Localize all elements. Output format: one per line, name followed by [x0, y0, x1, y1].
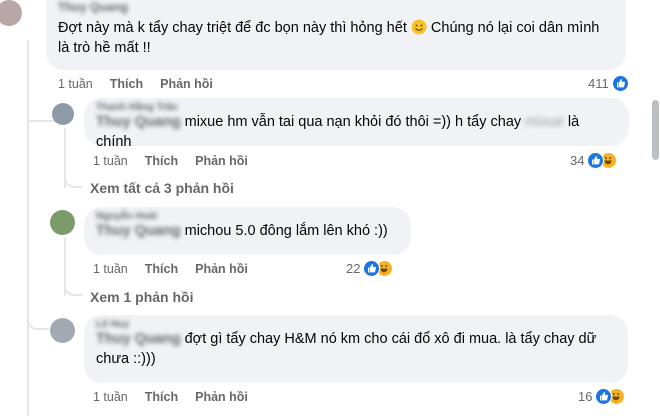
reply-button[interactable]: Phản hồi [195, 262, 248, 276]
comment-text: Thuy Quang mixue hm vẫn tai qua nạn khỏi… [96, 114, 580, 150]
thread-line [27, 40, 29, 160]
comment-meta: 1 tuần Thích Phản hồi [93, 262, 265, 276]
comment-meta: 1 tuần Thích Phản hồi [93, 154, 265, 168]
like-reaction-icon [587, 152, 605, 169]
comment-bubble: Thanh Hằng Trần Thuy Quang mixue hm vẫn … [84, 98, 629, 150]
comment-text: Đợt này mà k tẩy chay triệt để đc bọn nà… [58, 19, 600, 56]
reaction-count: 16 [578, 389, 593, 404]
like-button[interactable]: Thích [145, 154, 178, 168]
comment-text: Thuy Quang đợt gì tẩy chay H&M nó km cho… [96, 331, 597, 367]
comment-author[interactable]: Lê Huy [96, 319, 616, 330]
reaction-summary[interactable]: 34 [570, 152, 618, 169]
comment-time[interactable]: 1 tuần [93, 262, 128, 276]
comment-time[interactable]: 1 tuần [93, 154, 128, 168]
comment-meta: 1 tuần Thích Phản hồi [58, 77, 230, 91]
comment-time[interactable]: 1 tuần [58, 77, 93, 91]
reaction-count: 411 [588, 76, 609, 91]
comment-bubble: Nguyễn Hoài Thuy Quang michou 5.0 đông l… [84, 207, 411, 255]
reaction-count: 34 [570, 153, 585, 168]
reaction-summary[interactable]: 22 [346, 260, 394, 277]
smile-emoji-icon [411, 19, 427, 35]
thread-line-2 [27, 150, 29, 416]
like-reaction-icon [363, 260, 381, 277]
reply-button[interactable]: Phản hồi [160, 77, 213, 91]
mention-tag[interactable]: Thuy Quang [96, 223, 181, 239]
view-replies-link[interactable]: Xem 1 phản hồi [90, 289, 193, 305]
avatar[interactable] [52, 103, 74, 125]
thread-curve [27, 120, 57, 122]
avatar[interactable] [0, 0, 22, 26]
like-button[interactable]: Thích [145, 262, 178, 276]
comment-text: Thuy Quang michou 5.0 đông lắm lên khó :… [96, 223, 388, 239]
view-replies-link[interactable]: Xem tất cả 3 phản hồi [90, 180, 234, 196]
comment-bubble: Lê Huy Thuy Quang đợt gì tẩy chay H&M nó… [84, 315, 628, 383]
blurred-word: mixue [525, 114, 564, 130]
comment-author[interactable]: Nguyễn Hoài [96, 211, 399, 222]
comment-bubble: Thuy Quang Đợt này mà k tẩy chay triệt đ… [46, 0, 626, 70]
comment-author[interactable]: Thuy Quang [58, 0, 614, 14]
mention-tag[interactable]: Thuy Quang [96, 331, 181, 347]
mention-tag[interactable]: Thuy Quang [96, 114, 181, 130]
avatar[interactable] [50, 318, 75, 343]
reaction-summary[interactable]: 16 [578, 388, 626, 405]
like-reaction-icon [611, 75, 629, 92]
reply-thread-curve [64, 170, 82, 188]
comment-meta: 1 tuần Thích Phản hồi [93, 390, 265, 404]
reaction-count: 22 [346, 261, 361, 276]
thread-curve-4 [27, 318, 49, 330]
reply-button[interactable]: Phản hồi [195, 390, 248, 404]
like-button[interactable]: Thích [110, 77, 143, 91]
avatar[interactable] [50, 210, 75, 235]
like-reaction-icon [595, 388, 613, 405]
reply-button[interactable]: Phản hồi [195, 154, 248, 168]
comment-time[interactable]: 1 tuần [93, 390, 128, 404]
comment-author[interactable]: Thanh Hằng Trần [96, 102, 617, 113]
reply-thread-curve-2 [64, 278, 82, 296]
scrollbar[interactable] [652, 100, 659, 160]
reaction-summary[interactable]: 411 [588, 75, 629, 92]
like-button[interactable]: Thích [145, 390, 178, 404]
